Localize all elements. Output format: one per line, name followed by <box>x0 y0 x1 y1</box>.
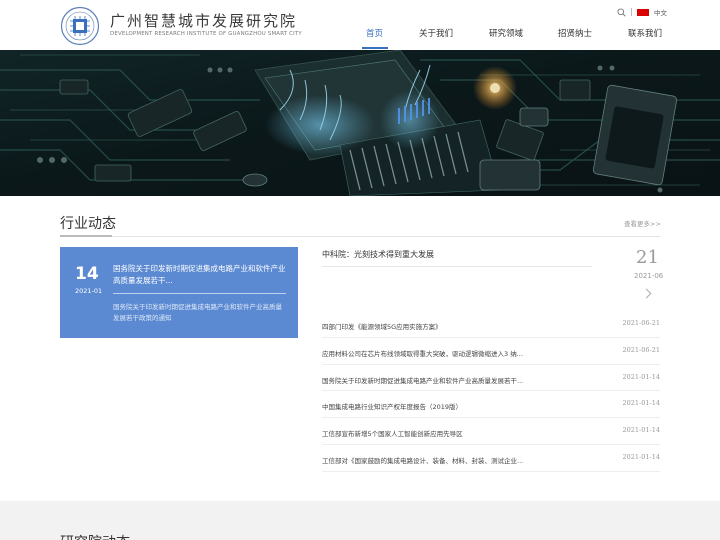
list-item[interactable]: 工信部对《国家鼓励的集成电路设计、装备、材料、封装、测试企业... 2021-0… <box>322 445 660 472</box>
section-title-institute-news: 研究院动态 <box>60 532 130 540</box>
list-item[interactable]: 工信部宣布新增5个国家人工智能创新应用先导区 2021-01-14 <box>322 418 660 445</box>
divider <box>631 8 632 16</box>
nav-home[interactable]: 首页 <box>366 27 383 39</box>
circuit-board-image <box>0 50 720 196</box>
section-title-industry-news: 行业动态 <box>60 216 116 232</box>
list-item-title[interactable]: 应用材料公司在芯片布线领域取得重大突破，驱动逻辑微缩进入3 纳... <box>322 348 552 358</box>
list-item-title[interactable]: 四部门印发《能源领域5G应用实施方案》 <box>322 321 552 331</box>
logo-title-cn[interactable]: 广州智慧城市发展研究院 <box>110 10 297 31</box>
featured-desc: 国务院关于印发新时期促进集成电路产业和软件产业高质量发展若干政策的通知 <box>113 303 282 322</box>
list-item-title[interactable]: 工信部对《国家鼓励的集成电路设计、装备、材料、封装、测试企业... <box>322 455 552 465</box>
section-divider <box>60 236 660 237</box>
language-switch[interactable]: 中文 <box>654 7 667 17</box>
nav-active-indicator <box>362 47 388 49</box>
list-item[interactable]: 四部门印发《能源领域5G应用实施方案》 2021-06-21 <box>322 311 660 338</box>
logo-title-en: DEVELOPMENT RESEARCH INSTITUTE OF GUANGZ… <box>110 31 302 37</box>
list-item[interactable]: 国务院关于印发新时期促进集成电路产业和软件产业高质量发展若干... 2021-0… <box>322 365 660 392</box>
featured-day: 14 <box>75 264 99 284</box>
china-flag-icon[interactable] <box>637 8 649 16</box>
featured-divider <box>113 293 286 294</box>
header-utilities: 中文 <box>617 6 667 18</box>
list-item-date: 2021-06-21 <box>622 319 660 327</box>
search-icon[interactable] <box>617 7 626 17</box>
main-nav: 首页 关于我们 研究领域 招贤纳士 联系我们 <box>350 25 670 50</box>
featured-news-card[interactable]: 14 2021-01 国务院关于印发新时期促进集成电路产业和软件产业高质量发展若… <box>60 247 298 338</box>
nav-about[interactable]: 关于我们 <box>419 27 453 39</box>
list-item-date: 2021-01-14 <box>622 426 660 435</box>
list-item-date: 2021-01-14 <box>622 452 660 461</box>
nav-research[interactable]: 研究领域 <box>489 27 523 39</box>
list-item-title[interactable]: 工信部宣布新增5个国家人工智能创新应用先导区 <box>322 428 552 438</box>
news-list: 四部门印发《能源领域5G应用实施方案》 2021-06-21 应用材料公司在芯片… <box>322 311 660 472</box>
list-item-title[interactable]: 国务院关于印发新时期促进集成电路产业和软件产业高质量发展若干... <box>322 375 552 385</box>
site-header: 广州智慧城市发展研究院 DEVELOPMENT RESEARCH INSTITU… <box>0 0 720 50</box>
list-item[interactable]: 应用材料公司在芯片布线领域取得重大突破，驱动逻辑微缩进入3 纳... 2021-… <box>322 338 660 365</box>
chevron-right-icon[interactable] <box>641 288 652 299</box>
top-news-day: 21 <box>636 247 659 268</box>
nav-careers[interactable]: 招贤纳士 <box>558 27 592 39</box>
top-news-title[interactable]: 中科院：光刻技术得到重大发展 <box>322 249 434 260</box>
featured-year-month: 2021-01 <box>75 287 103 295</box>
top-news-divider <box>322 266 592 267</box>
hero-banner[interactable] <box>0 50 720 196</box>
section-title-accent <box>60 235 112 237</box>
list-item-date: 2021-06-21 <box>622 345 660 354</box>
list-item-title[interactable]: 中国集成电路行业知识产权年度报告（2019版） <box>322 401 552 411</box>
list-item-date: 2021-01-14 <box>622 399 660 408</box>
institute-logo-icon[interactable] <box>60 6 100 46</box>
featured-title[interactable]: 国务院关于印发新时期促进集成电路产业和软件产业高质量发展若干... <box>113 263 288 287</box>
view-more-link[interactable]: 查看更多>> <box>624 218 661 228</box>
list-item[interactable]: 中国集成电路行业知识产权年度报告（2019版） 2021-01-14 <box>322 391 660 419</box>
top-news-year-month: 2021-06 <box>634 272 664 280</box>
list-item-date: 2021-01-14 <box>622 372 660 381</box>
institute-news-section: 研究院动态 <box>0 501 720 540</box>
nav-contact[interactable]: 联系我们 <box>628 27 662 39</box>
